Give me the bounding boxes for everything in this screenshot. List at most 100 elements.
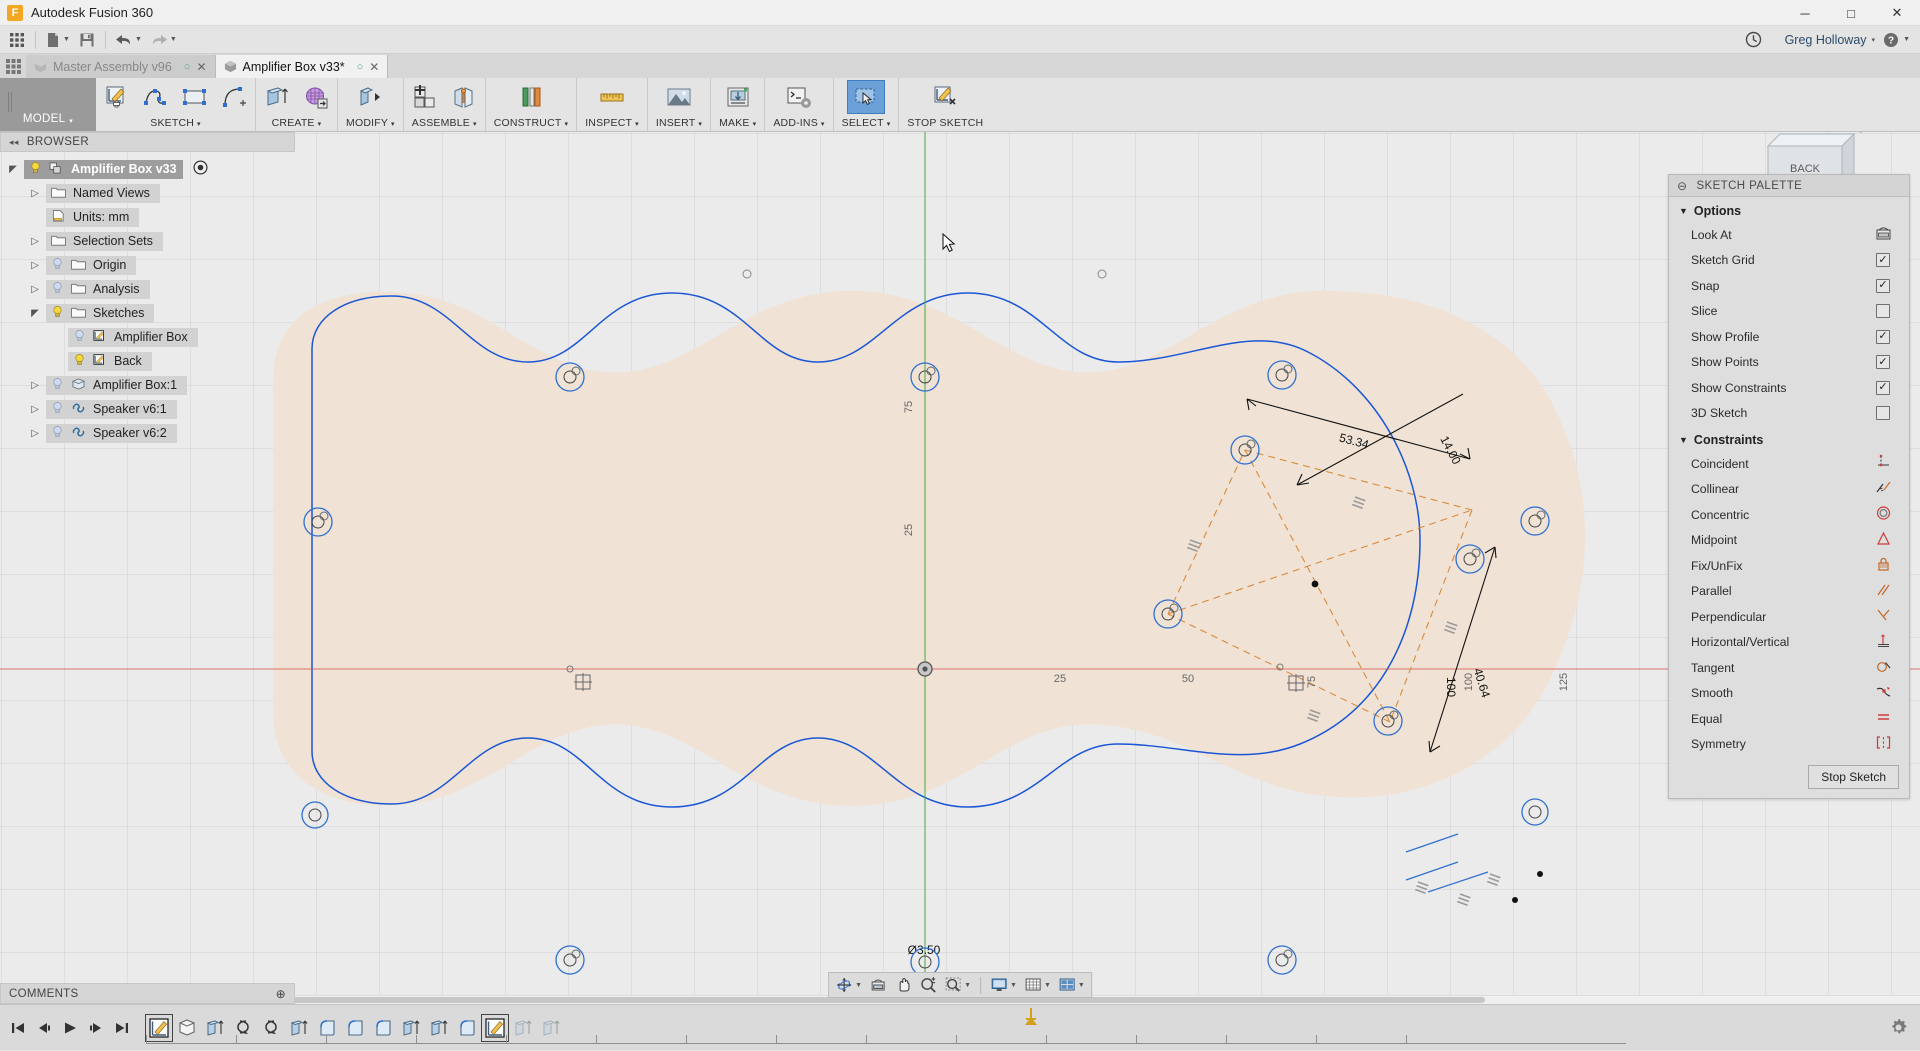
- palette-row-parallel[interactable]: Parallel: [1669, 579, 1909, 605]
- palette-row-control[interactable]: [1857, 556, 1909, 575]
- midpoint-icon[interactable]: [1875, 531, 1892, 550]
- chevron-down-icon[interactable]: ▼: [1679, 435, 1688, 445]
- tree-item-pill[interactable]: Amplifier Box v33: [24, 159, 183, 179]
- expand-arrow-icon[interactable]: ▷: [28, 284, 42, 295]
- palette-row-control[interactable]: ✓: [1857, 380, 1909, 395]
- palette-row-tangent[interactable]: Tangent: [1669, 655, 1909, 681]
- ribbon-group-label[interactable]: ASSEMBLE ▾: [406, 115, 483, 131]
- new-component-icon[interactable]: [406, 80, 444, 114]
- browser-tree-item-sketches[interactable]: ◤ Sketches: [0, 301, 295, 325]
- play-button[interactable]: [58, 1015, 82, 1041]
- visibility-toggle[interactable]: [73, 353, 86, 369]
- tree-item-pill[interactable]: Analysis: [46, 279, 150, 299]
- expand-arrow-icon[interactable]: ▷: [28, 236, 42, 247]
- palette-row-control[interactable]: [1857, 505, 1909, 524]
- browser-tree-item-origin[interactable]: ▷ Origin: [0, 253, 295, 277]
- palette-row-control[interactable]: [1857, 406, 1909, 421]
- palette-row-control[interactable]: [1857, 658, 1909, 677]
- palette-row-symmetry[interactable]: Symmetry: [1669, 732, 1909, 758]
- look-at-button[interactable]: [866, 974, 890, 996]
- browser-tree-item-selection-sets[interactable]: ▷ Selection Sets: [0, 229, 295, 253]
- chevron-down-icon[interactable]: ▾: [69, 117, 73, 125]
- palette-section-options[interactable]: ▼ Options: [1669, 197, 1909, 222]
- timeline-marker[interactable]: [1020, 1007, 1042, 1025]
- palette-row-horizontal-vertical[interactable]: Horizontal/Vertical: [1669, 630, 1909, 656]
- browser-tree-item-amplifier-box[interactable]: Amplifier Box: [0, 325, 295, 349]
- visibility-toggle[interactable]: [29, 161, 42, 177]
- account-menu[interactable]: Greg Holloway ▾: [1781, 28, 1880, 52]
- app-grid-icon[interactable]: [4, 28, 30, 52]
- chevron-down-icon[interactable]: ▼: [1078, 982, 1085, 989]
- ribbon-group-label[interactable]: STOP SKETCH: [901, 115, 989, 131]
- palette-row-perpendicular[interactable]: Perpendicular: [1669, 604, 1909, 630]
- checkbox-checked[interactable]: ✓: [1876, 355, 1890, 370]
- chevron-down-icon[interactable]: ▾: [1872, 36, 1876, 44]
- tree-item-pill[interactable]: Speaker v6:1: [46, 399, 177, 419]
- concentric-icon[interactable]: [1875, 505, 1892, 524]
- viewports-button[interactable]: ▼: [1055, 974, 1088, 996]
- palette-row-control[interactable]: [1857, 225, 1909, 244]
- create-sketch-icon[interactable]: [98, 80, 136, 114]
- palette-row-control[interactable]: [1857, 454, 1909, 473]
- ribbon-group-label[interactable]: INSERT ▾: [650, 115, 708, 131]
- canvas-area[interactable]: 53.34 14.00 40.64 100 Ø3.50 75 25 25 50 …: [0, 132, 1920, 1004]
- checkbox-checked[interactable]: ✓: [1876, 278, 1890, 293]
- zoom-button[interactable]: [916, 974, 940, 996]
- palette-row-control[interactable]: [1857, 607, 1909, 626]
- insert-canvas-icon[interactable]: [660, 80, 698, 114]
- palette-row-slice[interactable]: Slice: [1669, 299, 1909, 325]
- tree-item-pill[interactable]: Selection Sets: [46, 231, 163, 251]
- browser-tree-item-back[interactable]: Back: [0, 349, 295, 373]
- palette-row-control[interactable]: [1857, 735, 1909, 754]
- checkbox-checked[interactable]: ✓: [1876, 380, 1890, 395]
- recent-documents-icon[interactable]: [1741, 28, 1767, 52]
- ribbon-group-label[interactable]: CREATE ▾: [266, 115, 328, 131]
- palette-row-control[interactable]: [1857, 684, 1909, 703]
- close-button[interactable]: ✕: [1874, 0, 1920, 26]
- chevron-down-icon[interactable]: ▼: [855, 982, 862, 989]
- maximize-button[interactable]: □: [1828, 0, 1874, 26]
- expand-arrow-icon[interactable]: ▷: [28, 428, 42, 439]
- checkbox-checked[interactable]: ✓: [1876, 253, 1890, 268]
- collapse-arrow-icon[interactable]: ◤: [6, 164, 20, 175]
- checkbox-unchecked[interactable]: [1876, 406, 1890, 421]
- tree-item-pill[interactable]: Amplifier Box:1: [46, 375, 188, 395]
- browser-tree-item-amplifier-box-v33[interactable]: ◤ Amplifier Box v33: [0, 157, 295, 181]
- browser-tree-item-speaker-v6-2[interactable]: ▷ Speaker v6:2: [0, 421, 295, 445]
- look-at-icon[interactable]: [1875, 225, 1892, 244]
- save-icon[interactable]: [74, 28, 100, 52]
- chevron-down-icon[interactable]: ▼: [1679, 206, 1688, 216]
- chevron-down-icon[interactable]: ▼: [135, 36, 142, 43]
- visibility-toggle[interactable]: [51, 281, 64, 297]
- document-tab-master-assembly[interactable]: Master Assembly v96 ○ ✕: [26, 55, 216, 78]
- palette-row-control[interactable]: [1857, 480, 1909, 499]
- settings-icon[interactable]: [1886, 1015, 1910, 1041]
- ribbon-group-label[interactable]: CONSTRUCT ▾: [488, 115, 574, 131]
- visibility-toggle[interactable]: [51, 425, 64, 441]
- palette-row-show-profile[interactable]: Show Profile ✓: [1669, 324, 1909, 350]
- ribbon-group-label[interactable]: MAKE ▾: [713, 115, 762, 131]
- palette-row-show-points[interactable]: Show Points ✓: [1669, 350, 1909, 376]
- palette-row-control[interactable]: ✓: [1857, 278, 1909, 293]
- minimize-button[interactable]: ─: [1782, 0, 1828, 26]
- checkbox-checked[interactable]: ✓: [1876, 329, 1890, 344]
- spline-icon[interactable]: [137, 80, 175, 114]
- scripts-addins-icon[interactable]: [780, 80, 818, 114]
- stop-sketch-button[interactable]: Stop Sketch: [1808, 765, 1899, 789]
- palette-row-coincident[interactable]: Coincident: [1669, 451, 1909, 477]
- orbit-button[interactable]: ▼: [832, 974, 865, 996]
- palette-row-collinear[interactable]: Collinear: [1669, 477, 1909, 503]
- zoom-window-button[interactable]: ▼: [941, 974, 974, 996]
- tree-item-pill[interactable]: Speaker v6:2: [46, 423, 177, 443]
- ribbon-group-label[interactable]: ADD-INS ▾: [767, 115, 830, 131]
- ribbon-group-label[interactable]: SELECT ▾: [836, 115, 897, 131]
- step-back-button[interactable]: [32, 1015, 56, 1041]
- ribbon-group-label[interactable]: INSPECT ▾: [579, 115, 645, 131]
- expand-arrow-icon[interactable]: ▷: [28, 380, 42, 391]
- close-tab-icon[interactable]: ✕: [369, 60, 379, 74]
- palette-row-midpoint[interactable]: Midpoint: [1669, 528, 1909, 554]
- tab-grid-icon[interactable]: [0, 54, 26, 78]
- palette-row-control[interactable]: [1857, 709, 1909, 728]
- fix-unfix-icon[interactable]: [1875, 556, 1892, 575]
- close-tab-icon[interactable]: ✕: [196, 60, 206, 74]
